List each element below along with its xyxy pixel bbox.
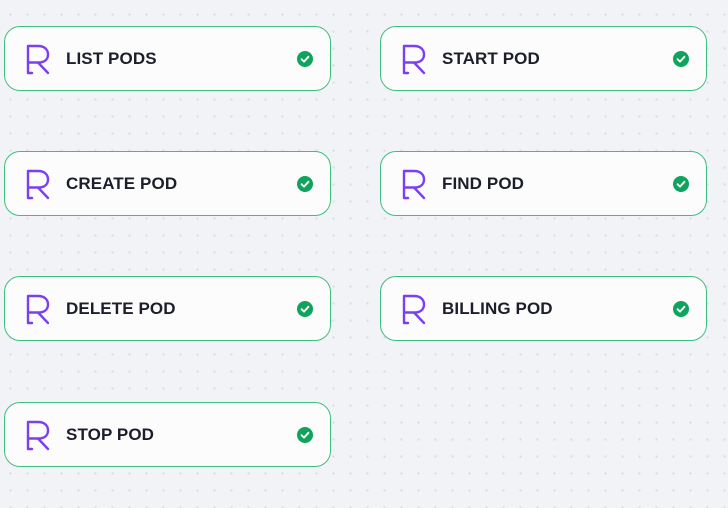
check-circle-icon [297, 51, 313, 67]
check-circle-icon [297, 301, 313, 317]
node-stop-pod[interactable]: STOP POD [4, 402, 331, 467]
workflow-canvas: LIST PODS START POD CREATE POD FIND POD [0, 0, 728, 508]
node-label: BILLING POD [442, 298, 553, 318]
check-circle-icon [297, 427, 313, 443]
runpod-logo-icon [400, 43, 428, 75]
runpod-logo-icon [24, 168, 52, 200]
check-circle-icon [673, 51, 689, 67]
node-list-pods[interactable]: LIST PODS [4, 26, 331, 91]
runpod-logo-icon [24, 43, 52, 75]
check-circle-icon [673, 176, 689, 192]
node-billing-pod[interactable]: BILLING POD [380, 276, 707, 341]
runpod-logo-icon [24, 293, 52, 325]
node-delete-pod[interactable]: DELETE POD [4, 276, 331, 341]
node-label: STOP POD [66, 424, 155, 444]
node-label: FIND POD [442, 173, 525, 193]
node-label: DELETE POD [66, 298, 176, 318]
node-label: CREATE POD [66, 173, 178, 193]
runpod-logo-icon [24, 419, 52, 451]
check-circle-icon [673, 301, 689, 317]
node-label: START POD [442, 48, 540, 68]
node-label: LIST PODS [66, 48, 157, 68]
runpod-logo-icon [400, 293, 428, 325]
runpod-logo-icon [400, 168, 428, 200]
node-find-pod[interactable]: FIND POD [380, 151, 707, 216]
node-create-pod[interactable]: CREATE POD [4, 151, 331, 216]
check-circle-icon [297, 176, 313, 192]
node-start-pod[interactable]: START POD [380, 26, 707, 91]
